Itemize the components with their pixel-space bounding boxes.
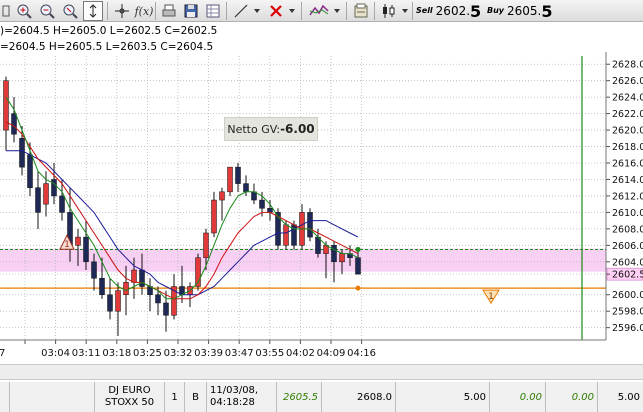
candle-body (283, 224, 289, 246)
entry-dot (355, 246, 361, 252)
value-cell-3: 0.00 (546, 382, 598, 412)
netto-gv-label: Netto GV: -6.00 (224, 117, 318, 141)
current-price-label: 2602.5 (612, 270, 643, 281)
price-tick-label: 2606.0 (612, 241, 643, 252)
candle-body (99, 278, 105, 295)
price-tick-label: 2614.0 (612, 175, 643, 186)
price-tick-label: 2604.0 (612, 257, 643, 268)
candle-body (43, 183, 49, 205)
row-marker (0, 382, 10, 412)
time-tick-label: 04:02 (286, 348, 315, 359)
candle-body (219, 191, 225, 201)
order-marker-label: 1 (488, 292, 494, 302)
time-tick-label: 7 (0, 348, 5, 359)
position-band (0, 248, 606, 272)
instrument-cell: DJ EURO STOXX 50 (95, 382, 165, 412)
candle-body (139, 269, 145, 287)
candle-body (91, 261, 97, 279)
price-tick-label: 2610.0 (612, 208, 643, 219)
time-tick-label: 03:47 (225, 348, 254, 359)
candle-body (267, 208, 273, 213)
time-tick-label: 03:11 (72, 348, 101, 359)
price-tick-label: 2616.0 (612, 159, 643, 170)
candle-body (203, 232, 209, 258)
netto-gv-value: -6.00 (280, 122, 315, 136)
candle-body (11, 113, 17, 135)
ohlc-line-2: =2604.5 H=2605.5 L=2603.5 C=2604.5 (0, 41, 214, 53)
time-tick-label: 03:55 (255, 348, 284, 359)
candle-body (115, 290, 121, 312)
price-tick-label: 2596.0 (612, 323, 643, 334)
candle-body (331, 245, 337, 263)
candle-body (27, 154, 33, 188)
table-row[interactable]: DJ EURO STOXX 50 1 B 11/03/08, 04:18:28 … (0, 382, 643, 412)
instrument-line-2: STOXX 50 (104, 397, 155, 408)
panel-divider[interactable] (0, 364, 643, 380)
candle-body (19, 138, 25, 168)
qty-cell: 1 (165, 382, 185, 412)
time-text: 04:18:28 (210, 397, 255, 408)
candle-body (83, 236, 89, 263)
price-tick-label: 2622.0 (612, 109, 643, 120)
candle-body (355, 257, 361, 275)
value-cell-2: 0.00 (490, 382, 546, 412)
price-tick-label: 2626.0 (612, 76, 643, 87)
stop-price-cell: 2608.0 (322, 382, 396, 412)
candle-body (35, 187, 41, 213)
candle-body (227, 166, 233, 193)
candle-body (75, 236, 81, 246)
candle-body (211, 199, 217, 234)
candle-body (235, 166, 241, 184)
price-tick-label: 2628.0 (612, 60, 643, 71)
row-spacer (10, 382, 95, 412)
ohlc-readout: )=2604.5 H=2605.0 L=2602.5 C=2602.5 =260… (0, 22, 600, 56)
price-tick-label: 2624.0 (612, 93, 643, 104)
candle-body (339, 253, 345, 263)
value-cell-1: 5.00 (396, 382, 490, 412)
netto-gv-caption: Netto GV: (227, 122, 281, 136)
instrument-line-1: DJ EURO (108, 385, 151, 396)
entry-marker-label: 1 (64, 240, 70, 250)
trading-window: { "toolbar": { "icons": ["chart-icon","z… (0, 0, 643, 412)
time-cell: 11/03/08, 04:18:28 (207, 382, 277, 412)
time-tick-label: 03:18 (102, 348, 131, 359)
candle-body (307, 212, 313, 238)
side-cell: B (185, 382, 207, 412)
order-dot (355, 285, 361, 291)
candle-body (59, 195, 65, 213)
price-tick-label: 2620.0 (612, 126, 643, 137)
date-text: 11/03/08, (210, 385, 259, 396)
price-tick-label: 2618.0 (612, 142, 643, 153)
time-tick-label: 03:39 (194, 348, 223, 359)
price-tick-label: 2598.0 (612, 307, 643, 318)
time-tick-label: 04:09 (317, 348, 346, 359)
price-tick-label: 2612.0 (612, 191, 643, 202)
price-tick-label: 2600.0 (612, 290, 643, 301)
ohlc-line-1: )=2604.5 H=2605.0 L=2602.5 C=2602.5 (0, 25, 218, 37)
candle-body (123, 282, 129, 295)
candle-body (243, 183, 249, 193)
time-tick-label: 03:25 (133, 348, 162, 359)
candle-body (163, 302, 169, 316)
candle-body (107, 294, 113, 312)
candle-body (51, 179, 57, 197)
entry-price-cell: 2605.5 (277, 382, 322, 412)
value-cell-4: 5.00 (617, 391, 640, 403)
candle-body (131, 269, 137, 283)
time-tick-label: 03:32 (164, 348, 193, 359)
price-tick-label: 2608.0 (612, 224, 643, 235)
time-tick-label: 04:16 (347, 348, 376, 359)
candle-body (155, 294, 161, 304)
candle-body (259, 199, 265, 209)
time-tick-label: 03:04 (41, 348, 70, 359)
